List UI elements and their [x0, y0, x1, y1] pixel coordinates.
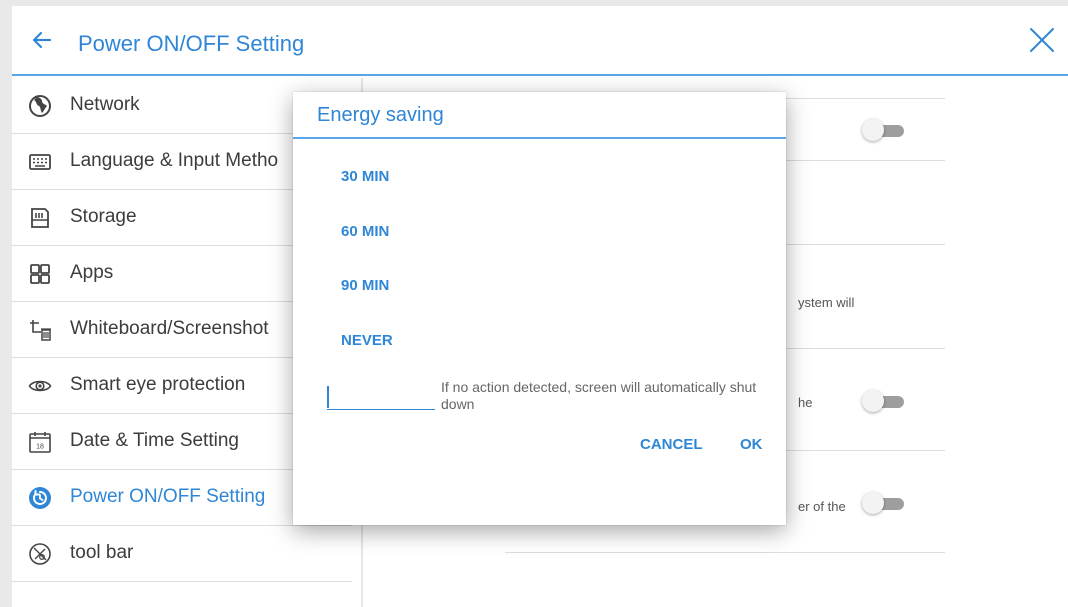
option-60-min[interactable]: 60 MIN — [341, 223, 389, 240]
dialog-title: Energy saving — [317, 104, 444, 126]
cancel-button[interactable]: CANCEL — [640, 436, 703, 453]
text-cursor — [327, 386, 329, 408]
input-hint: If no action detected, screen will autom… — [441, 379, 757, 412]
energy-saving-dialog: Energy saving 30 MIN 60 MIN 90 MIN NEVER… — [293, 92, 786, 525]
option-30-min[interactable]: 30 MIN — [341, 168, 389, 185]
dialog-divider — [293, 137, 786, 139]
custom-minutes-input[interactable] — [327, 382, 435, 410]
option-never[interactable]: NEVER — [341, 332, 393, 349]
option-90-min[interactable]: 90 MIN — [341, 277, 389, 294]
ok-button[interactable]: OK — [740, 436, 763, 453]
